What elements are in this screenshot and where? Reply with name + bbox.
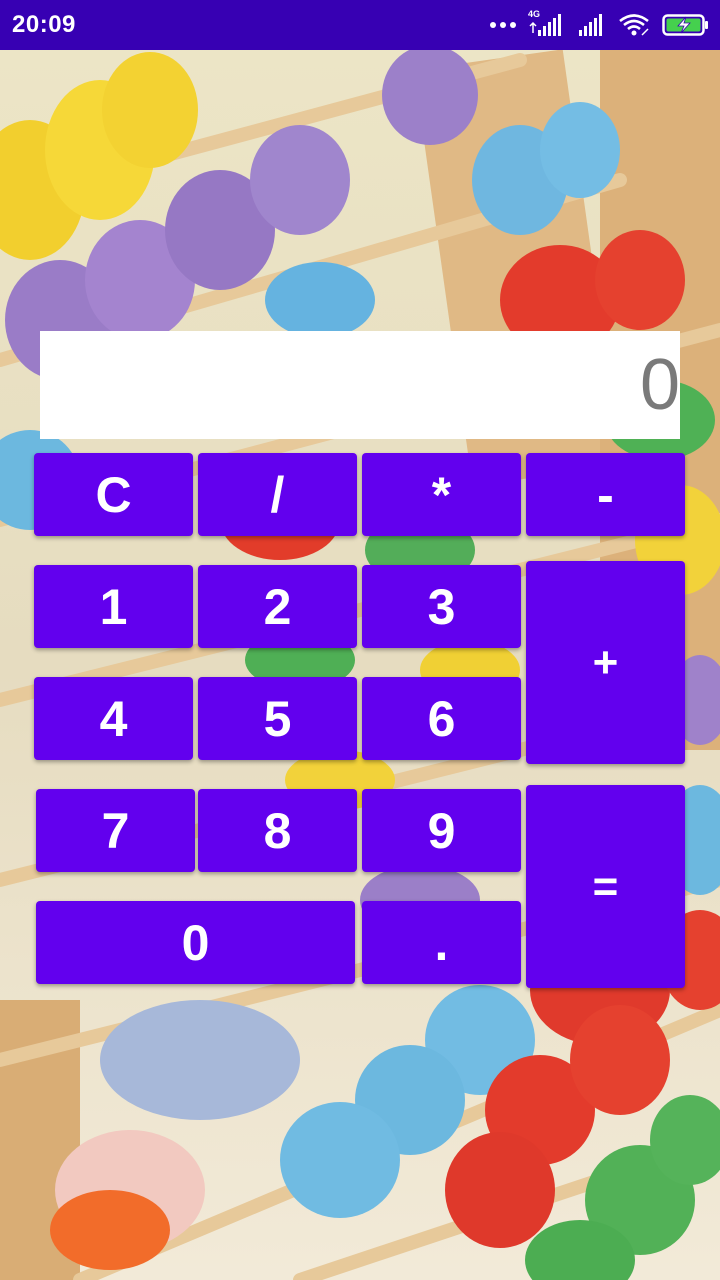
display-value: 0 <box>639 345 680 425</box>
digit-5-button[interactable]: 5 <box>198 677 357 760</box>
result-display: 0 <box>40 331 680 439</box>
digit-4-button[interactable]: 4 <box>34 677 193 760</box>
status-bar: 20:09 4G <box>0 0 720 50</box>
clear-button[interactable]: C <box>34 453 193 536</box>
battery-charging-icon <box>662 14 708 36</box>
subtract-button[interactable]: - <box>526 453 685 536</box>
status-time: 20:09 <box>12 11 76 38</box>
add-button[interactable]: + <box>526 561 685 764</box>
wifi-icon <box>619 14 649 36</box>
divide-button[interactable]: / <box>198 453 357 536</box>
digit-0-button[interactable]: 0 <box>36 901 355 984</box>
digit-6-button[interactable]: 6 <box>362 677 521 760</box>
signal-4g-icon: 4G <box>528 9 566 38</box>
digit-9-button[interactable]: 9 <box>362 789 521 872</box>
more-dots-icon <box>490 22 516 28</box>
status-icons: 4G <box>490 9 710 40</box>
digit-1-button[interactable]: 1 <box>34 565 193 648</box>
signal-icon <box>579 14 602 36</box>
digit-7-button[interactable]: 7 <box>36 789 195 872</box>
digit-8-button[interactable]: 8 <box>198 789 357 872</box>
equals-button[interactable]: = <box>526 785 685 988</box>
decimal-button[interactable]: . <box>362 901 521 984</box>
digit-3-button[interactable]: 3 <box>362 565 521 648</box>
multiply-button[interactable]: * <box>362 453 521 536</box>
digit-2-button[interactable]: 2 <box>198 565 357 648</box>
